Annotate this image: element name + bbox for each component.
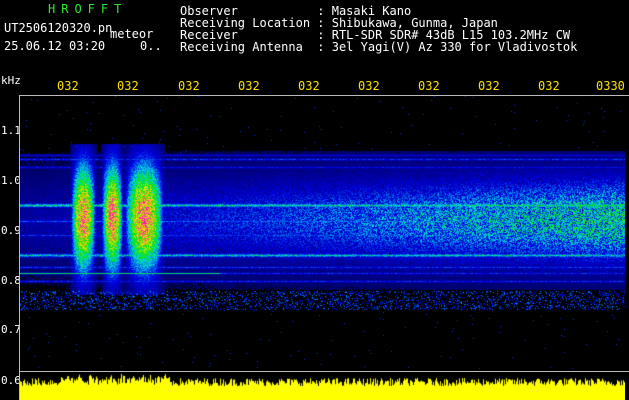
date-time: 25.06.12 03:20 xyxy=(4,39,106,53)
x-tick-label: 032 xyxy=(57,79,79,93)
y-tick-label: 0.6 xyxy=(1,374,21,387)
x-tick-label: 032 xyxy=(238,79,260,93)
x-tick-label: 032 xyxy=(117,79,139,93)
y-axis-line xyxy=(19,95,20,400)
app-title: HROFFT xyxy=(48,2,128,16)
x-tick-label: 0330 xyxy=(596,79,625,93)
date-extra: 0.. xyxy=(140,39,162,53)
x-tick-label: 032 xyxy=(418,79,440,93)
info-antenna: Receiving Antenna : 3el Yagi(V) Az 330 f… xyxy=(180,40,578,54)
amplitude-trace xyxy=(20,372,625,400)
spectrogram-top-border xyxy=(20,95,629,96)
x-tick-label: 032 xyxy=(358,79,380,93)
spectrogram xyxy=(20,95,625,370)
y-tick-label: 1.1 xyxy=(1,124,21,137)
x-tick-label: 032 xyxy=(478,79,500,93)
x-tick-label: 032 xyxy=(538,79,560,93)
x-tick-label: 032 xyxy=(178,79,200,93)
y-tick-label: 1.0 xyxy=(1,174,21,187)
y-tick-label: 0.7 xyxy=(1,323,21,336)
x-tick-label: 032 xyxy=(298,79,320,93)
y-tick-label: 0.8 xyxy=(1,274,21,287)
y-tick-label: 0.9 xyxy=(1,224,21,237)
y-axis-unit: kHz xyxy=(1,74,21,87)
file-name: UT2506120320.pn xyxy=(4,21,113,35)
